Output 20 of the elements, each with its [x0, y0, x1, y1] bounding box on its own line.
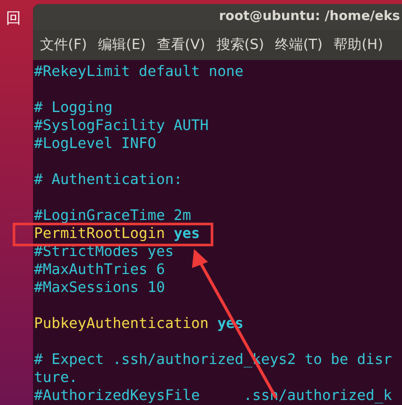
code-line: #LogLevel INFO: [34, 136, 156, 152]
menu-item[interactable]: 终端(T): [274, 36, 329, 54]
code-line: #SyslogFacility AUTH: [34, 118, 209, 134]
code-line: PermitRootLogin yes: [34, 226, 200, 242]
code-line: ture.: [34, 370, 78, 386]
window-title: root@ubuntu: /home/eks: [33, 4, 402, 30]
code-line: #MaxSessions 10: [34, 280, 165, 296]
code-line: # Authentication:: [34, 172, 182, 188]
desktop-icon-label[interactable]: 回: [6, 9, 33, 28]
menu-item[interactable]: 文件(F): [39, 36, 93, 54]
code-line: #RekeyLimit default none: [34, 64, 244, 80]
code-line: #AuthorizedKeysFile .ssh/authorized_k: [34, 388, 392, 404]
code-line: #MaxAuthTries 6: [34, 262, 165, 278]
menu-item[interactable]: 编辑(E): [96, 36, 152, 54]
menu-item[interactable]: 搜索(S): [215, 36, 270, 54]
code-line: #LoginGraceTime 2m: [34, 208, 192, 224]
menu-item[interactable]: 查看(V): [156, 36, 212, 54]
code-line: # Logging: [34, 100, 113, 116]
menu-item[interactable]: 帮助(H): [332, 36, 390, 54]
code-line: #StrictModes yes: [34, 244, 174, 260]
